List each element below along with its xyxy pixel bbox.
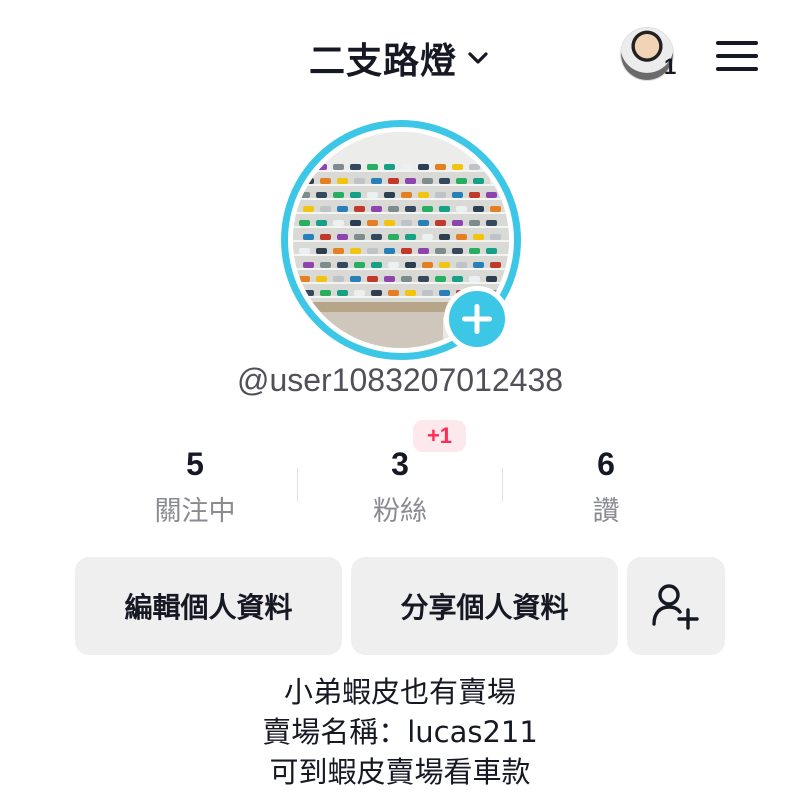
add-friends-button[interactable] bbox=[627, 557, 725, 655]
add-user-icon bbox=[652, 584, 699, 630]
share-profile-button[interactable]: 分享個人資料 bbox=[351, 557, 618, 655]
likes-label: 讚 bbox=[592, 496, 620, 527]
following-count: 5 bbox=[186, 446, 204, 482]
bio-line: 賣場名稱：lucas211 bbox=[262, 715, 538, 749]
followers-label: 粉絲 bbox=[373, 496, 427, 527]
bio-line: 可到蝦皮賣場看車款 bbox=[269, 755, 531, 789]
add-profile-photo-button[interactable] bbox=[444, 286, 510, 352]
edit-profile-button[interactable]: 編輯個人資料 bbox=[75, 557, 342, 655]
new-followers-badge: +1 bbox=[413, 420, 466, 452]
likes-count: 6 bbox=[597, 446, 615, 482]
likes-stat[interactable]: 6 讚 bbox=[506, 446, 706, 528]
bio: 小弟蝦皮也有賣場 賣場名稱：lucas211 可到蝦皮賣場看車款 bbox=[0, 672, 800, 792]
stat-divider bbox=[297, 468, 298, 502]
hamburger-menu-icon[interactable] bbox=[714, 38, 760, 74]
username: @user1083207012438 bbox=[236, 362, 564, 398]
chevron-down-icon bbox=[468, 52, 488, 64]
account-name: 二支路燈 bbox=[308, 41, 457, 82]
stat-divider bbox=[502, 468, 503, 502]
plus-icon bbox=[462, 304, 492, 334]
bio-line: 小弟蝦皮也有賣場 bbox=[283, 675, 516, 709]
followers-count: 3 bbox=[391, 446, 409, 482]
notification-count: 1 bbox=[664, 54, 677, 79]
following-stat[interactable]: 5 關注中 bbox=[95, 446, 295, 528]
following-label: 關注中 bbox=[154, 496, 236, 527]
account-switcher[interactable]: 二支路燈 bbox=[0, 30, 800, 86]
followers-stat[interactable]: 3 粉絲 bbox=[300, 446, 500, 528]
